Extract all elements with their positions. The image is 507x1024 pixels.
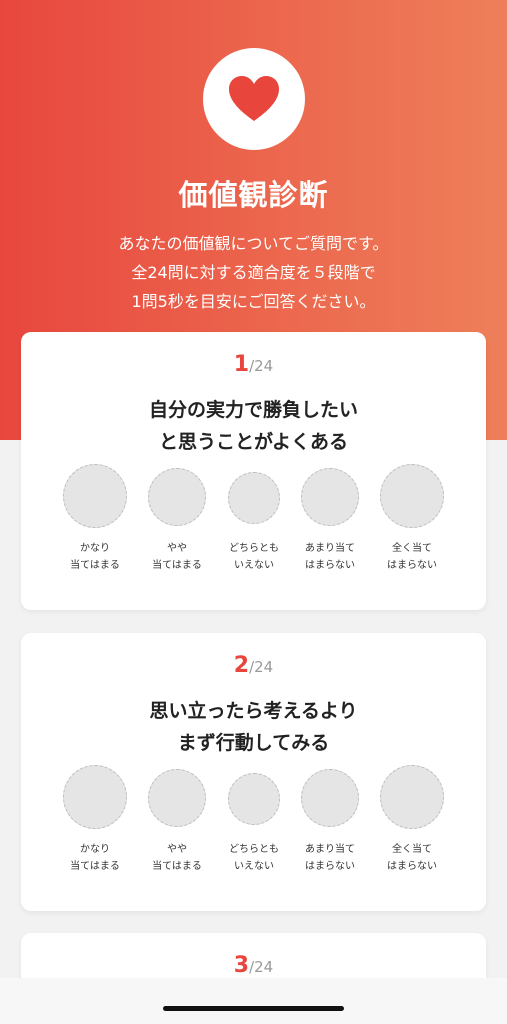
heart-badge [203, 48, 305, 150]
option-label-line: あまり当て [305, 844, 355, 855]
option-label: 全く当て はまらない [369, 841, 455, 875]
option-label-line: はまらない [387, 560, 437, 571]
intro-line: 1問5秒を目安にご回答ください。 [131, 292, 376, 311]
answer-bubble[interactable] [380, 464, 444, 528]
intro-text: あなたの価値観についてご質問です。 全24問に対する適合度を５段階で 1問5秒を… [0, 229, 507, 316]
page-title: 価値観診断 [178, 178, 329, 212]
intro-line: あなたの価値観についてご質問です。 [118, 234, 389, 253]
question-total: /24 [249, 658, 274, 676]
question-line: と思うことがよくある [158, 431, 349, 453]
answer-bubble[interactable] [148, 468, 206, 526]
option-label-line: 当てはまる [152, 560, 202, 571]
question-text: 自分の実力で勝負したい と思うことがよくある [21, 394, 486, 458]
option-label: あまり当て はまらない [287, 540, 373, 574]
option-label-line: かなり [80, 543, 110, 554]
option-label: どちらとも いえない [211, 540, 297, 574]
question-index: 1 [233, 352, 250, 377]
question-index: 3 [233, 953, 250, 978]
question-line: まず行動してみる [177, 732, 330, 754]
option-label-line: どちらとも [229, 844, 279, 855]
question-total: /24 [249, 357, 274, 375]
answer-bubble[interactable] [301, 468, 359, 526]
question-card-2: 2/24 思い立ったら考えるより まず行動してみる かなり 当てはまる やや 当… [21, 633, 486, 911]
option-label: やや 当てはまる [134, 841, 220, 875]
intro-line: 全24問に対する適合度を５段階で [131, 263, 376, 282]
answer-bubble[interactable] [380, 765, 444, 829]
option-label-line: あまり当て [305, 543, 355, 554]
option-label: かなり 当てはまる [52, 841, 138, 875]
question-number: 2/24 [21, 653, 486, 678]
option-label-line: 全く当て [392, 844, 432, 855]
answer-bubble[interactable] [63, 464, 127, 528]
option-label-line: 当てはまる [70, 560, 120, 571]
option-label: あまり当て はまらない [287, 841, 373, 875]
question-line: 思い立ったら考えるより [149, 700, 358, 722]
option-label: やや 当てはまる [134, 540, 220, 574]
option-label-line: いえない [234, 861, 274, 872]
option-label-line: 全く当て [392, 543, 432, 554]
home-indicator[interactable] [163, 1006, 344, 1011]
diagnosis-page: 価値観診断 あなたの価値観についてご質問です。 全24問に対する適合度を５段階で… [0, 0, 507, 1024]
option-label-line: 当てはまる [70, 861, 120, 872]
option-label: 全く当て はまらない [369, 540, 455, 574]
option-label-line: はまらない [305, 560, 355, 571]
question-index: 2 [233, 653, 250, 678]
answer-bubble[interactable] [148, 769, 206, 827]
answer-bubble[interactable] [301, 769, 359, 827]
question-total: /24 [249, 958, 274, 976]
question-number: 3/24 [21, 953, 486, 978]
option-label-line: はまらない [305, 861, 355, 872]
question-line: 自分の実力で勝負したい [148, 399, 358, 421]
option-label-line: やや [167, 543, 187, 554]
option-label: どちらとも いえない [211, 841, 297, 875]
option-label-line: いえない [234, 560, 274, 571]
answer-bubble[interactable] [228, 773, 280, 825]
option-label-line: やや [167, 844, 187, 855]
option-label-line: 当てはまる [152, 861, 202, 872]
option-label-line: どちらとも [229, 543, 279, 554]
bottom-bar [0, 978, 507, 1024]
heart-icon [229, 76, 279, 121]
option-label-line: はまらない [387, 861, 437, 872]
option-label: かなり 当てはまる [52, 540, 138, 574]
question-card-1: 1/24 自分の実力で勝負したい と思うことがよくある かなり 当てはまる やや… [21, 332, 486, 610]
answer-bubble[interactable] [228, 472, 280, 524]
option-label-line: かなり [80, 844, 110, 855]
answer-bubble[interactable] [63, 765, 127, 829]
question-text: 思い立ったら考えるより まず行動してみる [21, 695, 486, 759]
question-number: 1/24 [21, 352, 486, 377]
